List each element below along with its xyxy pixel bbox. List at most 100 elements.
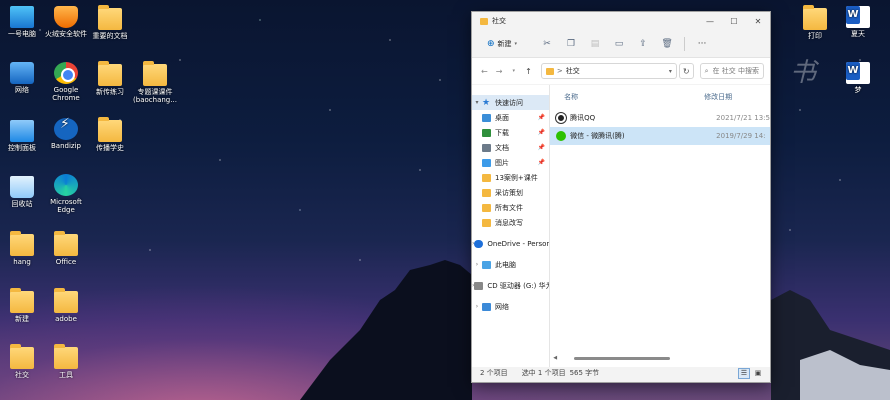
- desktop-icon-office[interactable]: Office: [41, 231, 91, 266]
- navigation-pane: ▾ ★ 快速访问 桌面 📌 下载 📌 文档 📌 图片 📌 13案例+课件 采访策…: [472, 85, 551, 367]
- file-date: 2019/7/29 14:: [716, 132, 766, 140]
- folder-icon: [54, 231, 78, 256]
- horizontal-scrollbar[interactable]: ◀: [550, 353, 753, 363]
- nav-label: 采访策划: [495, 188, 523, 197]
- column-header-modified[interactable]: 修改日期: [704, 92, 732, 102]
- nav-network[interactable]: › 网络: [472, 299, 549, 314]
- more-options-button[interactable]: ···: [691, 35, 713, 53]
- nav-recent-folder[interactable]: 采访策划: [472, 185, 549, 200]
- desktop-icon-courseware[interactable]: 专题课课件 (baochang...: [129, 61, 181, 104]
- desktop-icon-dream-doc[interactable]: 梦: [833, 62, 883, 94]
- nav-desktop[interactable]: 桌面 📌: [472, 110, 549, 125]
- minimize-button[interactable]: —: [698, 12, 722, 30]
- nav-onedrive[interactable]: › OneDrive - Persona: [472, 236, 549, 251]
- desktop-icon-recycle-bin[interactable]: 回收站: [0, 176, 47, 208]
- address-bar[interactable]: > 社交 ▾: [540, 63, 677, 79]
- cut-icon[interactable]: ✂: [536, 35, 558, 53]
- nav-downloads[interactable]: 下载 📌: [472, 125, 549, 140]
- search-input[interactable]: 在 社交 中搜索: [713, 66, 759, 76]
- scrollbar-thumb[interactable]: [574, 356, 671, 360]
- desktop-icon-label: 传播学史: [96, 144, 124, 152]
- picture-icon: [482, 158, 491, 167]
- tiles-view-icon[interactable]: ▣: [752, 368, 764, 379]
- desktop-icon-computer[interactable]: 一号电脑: [0, 6, 47, 38]
- breadcrumb-current[interactable]: 社交: [566, 66, 580, 76]
- chrome-icon: [54, 62, 78, 84]
- desktop-icon-adobe[interactable]: adobe: [41, 288, 91, 323]
- nav-pictures[interactable]: 图片 📌: [472, 155, 549, 170]
- share-icon[interactable]: ⇪: [632, 35, 654, 53]
- desktop-icon-history[interactable]: 传播学史: [85, 117, 135, 152]
- nav-this-pc[interactable]: › 此电脑: [472, 257, 549, 272]
- details-view-icon[interactable]: ☰: [738, 367, 750, 379]
- nav-documents[interactable]: 文档 📌: [472, 140, 549, 155]
- desktop-icon-label: 回收站: [11, 200, 33, 208]
- desktop-icon-label: Microsoft Edge: [50, 198, 82, 214]
- delete-icon[interactable]: 🗑: [656, 35, 678, 53]
- edge-icon: [54, 174, 78, 196]
- nav-recent-folder[interactable]: 13案例+课件: [472, 170, 549, 185]
- breadcrumb-separator: >: [556, 67, 563, 75]
- network-icon: [482, 302, 491, 311]
- folder-icon: [98, 5, 122, 30]
- nav-cd-drive[interactable]: › CD 驱动器 (G:) 华为: [472, 278, 549, 293]
- desktop-icon-important-docs[interactable]: 重要的文档: [85, 5, 135, 40]
- desktop-icon-hang[interactable]: hang: [0, 231, 47, 266]
- recent-locations-chevron-icon[interactable]: ▾: [507, 68, 520, 74]
- desktop-icon-bandizip[interactable]: Bandizip: [41, 118, 91, 150]
- folder-icon: [10, 288, 34, 313]
- desktop-icon-new[interactable]: 新建: [0, 288, 47, 323]
- desktop-icon-huorong[interactable]: 火绒安全软件: [41, 6, 91, 38]
- desktop-icon-network[interactable]: 网络: [0, 62, 47, 94]
- up-arrow-icon[interactable]: ↑: [522, 67, 535, 76]
- desktop-icon-label: Bandizip: [51, 142, 81, 150]
- back-arrow-icon[interactable]: ←: [478, 67, 491, 76]
- refresh-button[interactable]: ↻: [678, 63, 694, 79]
- paste-icon[interactable]: ▤: [584, 35, 606, 53]
- nav-recent-folder[interactable]: 所有文件: [472, 200, 549, 215]
- file-date: 2021/7/21 13:5: [716, 114, 770, 122]
- folder-icon: [482, 188, 491, 197]
- maximize-button[interactable]: ☐: [722, 12, 746, 30]
- chevron-down-icon[interactable]: ▾: [472, 99, 482, 106]
- document-icon: [482, 143, 491, 152]
- desktop-icon-label: 夏天: [851, 30, 865, 38]
- file-row[interactable]: 腾讯QQ 2021/7/21 13:5: [550, 109, 770, 127]
- recycle-bin-icon: [10, 176, 34, 198]
- view-toggle: ☰ ▣: [738, 367, 764, 379]
- desktop-icon-chrome[interactable]: Google Chrome: [41, 62, 91, 102]
- file-row[interactable]: 微信 - 微腾讯(腾) 2019/7/29 14:: [550, 127, 770, 145]
- nav-quick-access[interactable]: ▾ ★ 快速访问: [472, 95, 550, 110]
- chevron-right-icon[interactable]: ›: [472, 303, 482, 310]
- desktop-icon-label: 新建: [15, 315, 29, 323]
- pin-icon: 📌: [537, 129, 546, 136]
- close-button[interactable]: ✕: [746, 12, 770, 30]
- copy-icon[interactable]: ❐: [560, 35, 582, 53]
- desktop-icon-tools[interactable]: 工具: [41, 344, 91, 379]
- search-box[interactable]: ⌕ 在 社交 中搜索: [699, 63, 764, 79]
- selection-size: 565 字节: [569, 369, 600, 377]
- new-button[interactable]: ⊕ 新建 ▾: [482, 36, 522, 52]
- download-icon: [482, 128, 491, 137]
- desktop-icon-control-panel[interactable]: 控制面板: [0, 120, 47, 152]
- desktop-icon-xinchuan[interactable]: 新传练习: [85, 61, 135, 96]
- scroll-left-icon[interactable]: ◀: [550, 355, 560, 361]
- item-count: 2 个项目: [480, 369, 508, 377]
- desktop-icon-summer-doc[interactable]: 夏天: [833, 6, 883, 38]
- wechat-icon: [556, 131, 567, 141]
- title-bar[interactable]: 社交 — ☐ ✕: [472, 12, 770, 30]
- nav-label: 消息改写: [495, 218, 523, 227]
- chevron-down-icon[interactable]: ▾: [669, 68, 672, 75]
- desktop-icon-social[interactable]: 社交: [0, 344, 47, 379]
- rename-icon[interactable]: ▭: [608, 35, 630, 53]
- forward-arrow-icon[interactable]: →: [493, 67, 506, 76]
- chevron-right-icon[interactable]: ›: [472, 261, 482, 268]
- nav-recent-folder[interactable]: 消息改写: [472, 215, 549, 230]
- column-header-name[interactable]: 名称: [564, 92, 704, 102]
- cd-drive-icon: [474, 281, 484, 290]
- desktop-icon-label: 社交: [15, 371, 29, 379]
- nav-label: 所有文件: [495, 203, 523, 212]
- desktop-icon-edge[interactable]: Microsoft Edge: [41, 174, 91, 214]
- folder-icon: [98, 117, 122, 142]
- qq-icon: [556, 113, 567, 123]
